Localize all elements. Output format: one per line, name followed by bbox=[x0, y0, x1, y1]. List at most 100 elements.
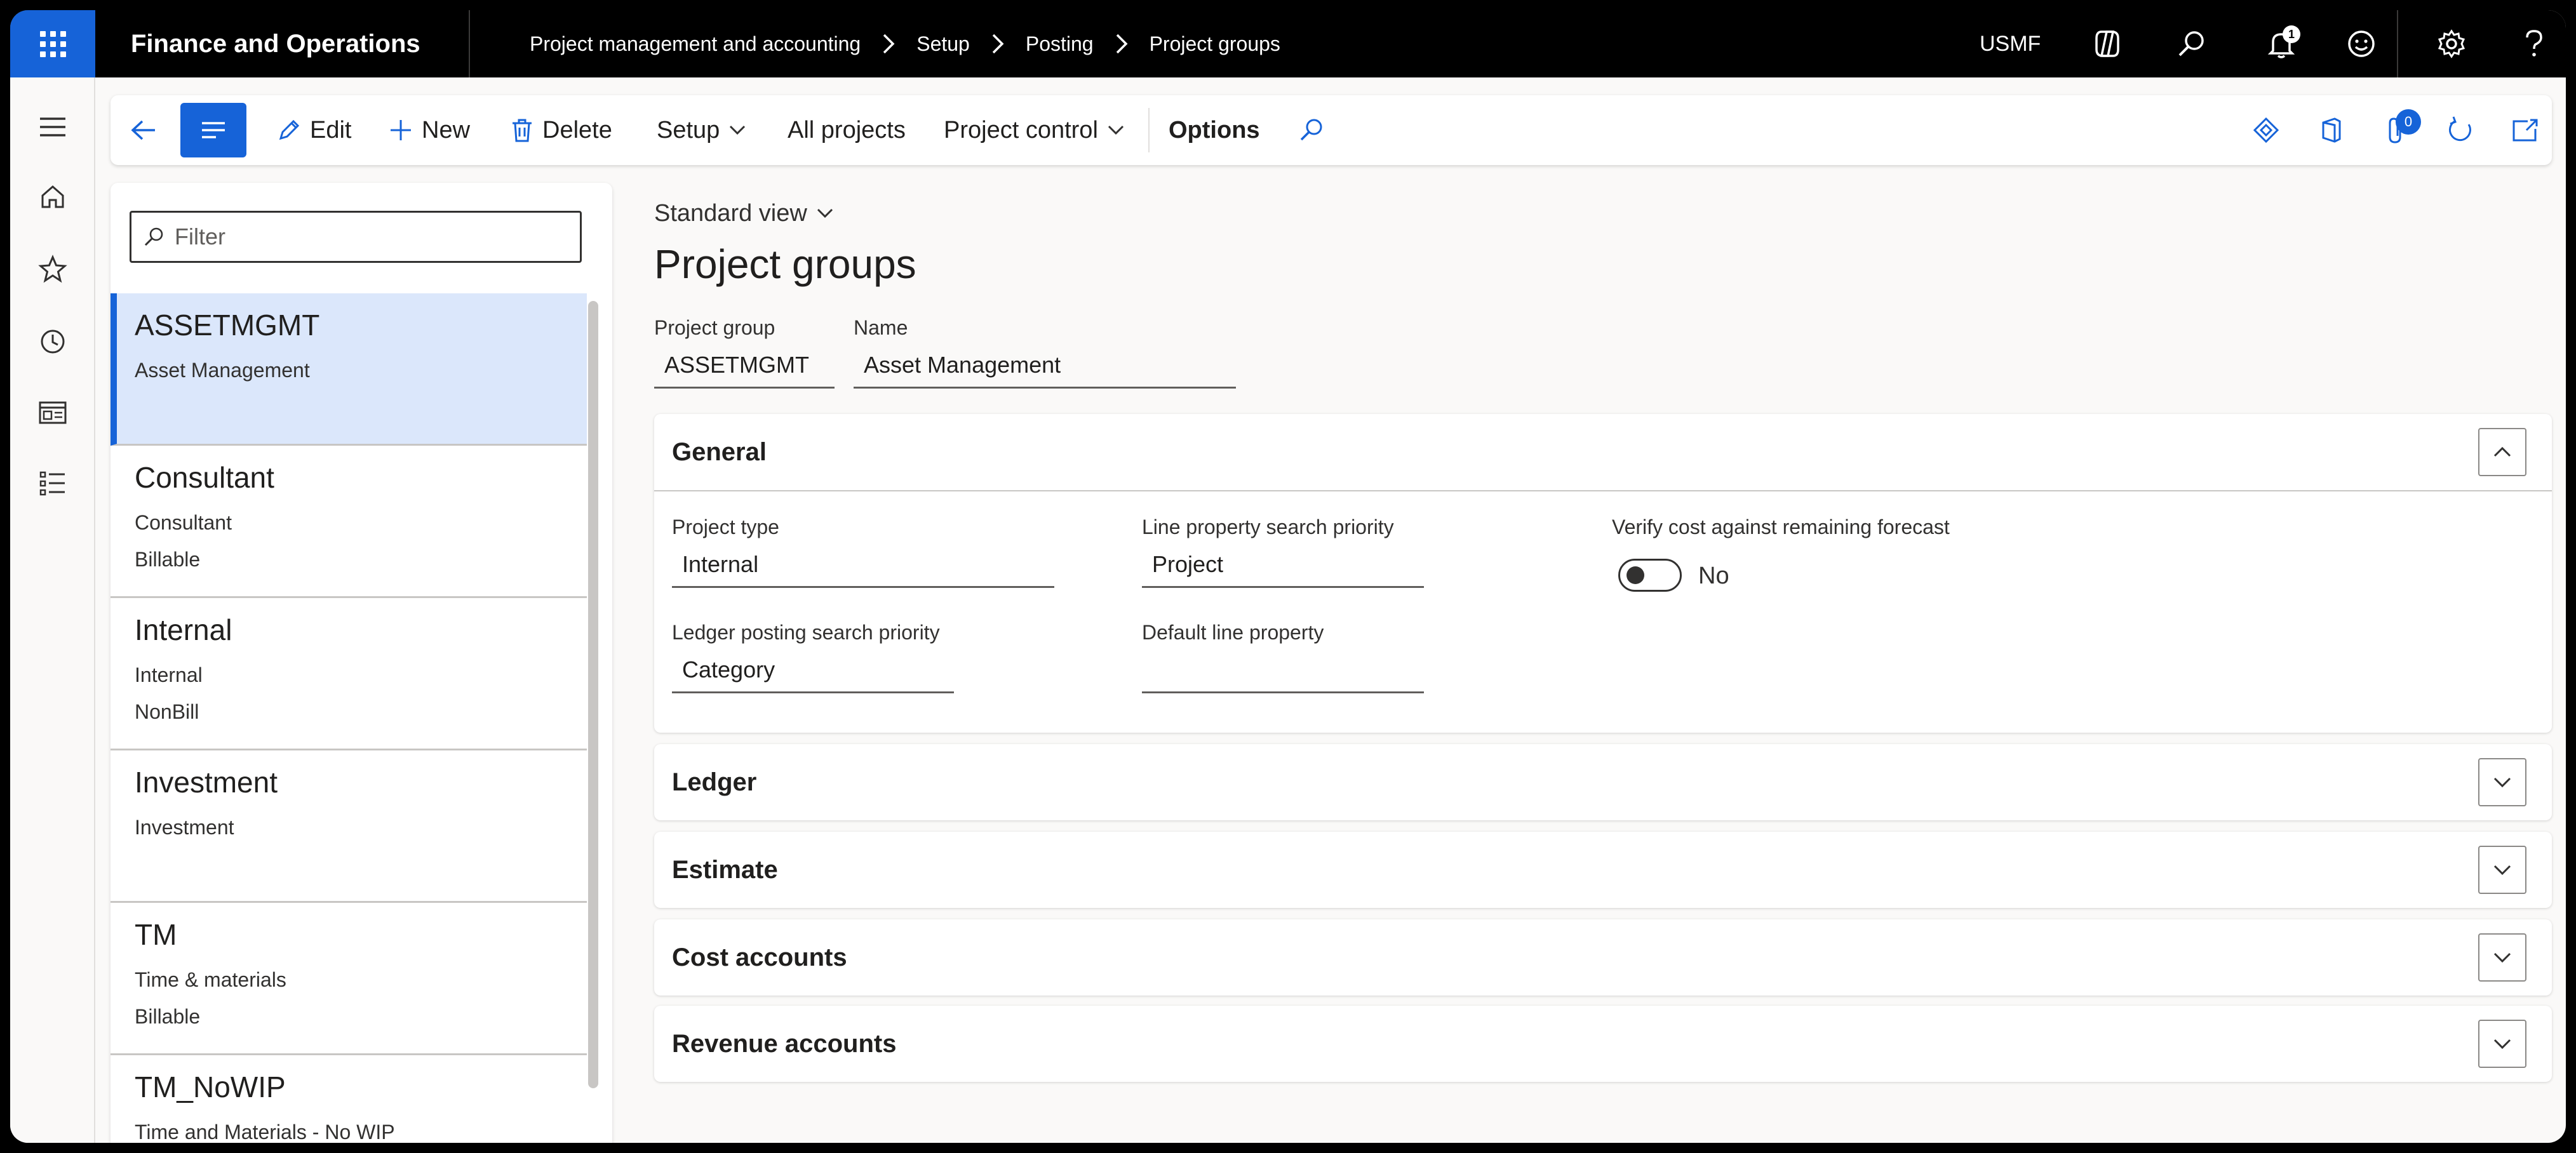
expand-button[interactable] bbox=[2478, 1020, 2526, 1068]
office-icon bbox=[2322, 117, 2341, 143]
back-button[interactable] bbox=[126, 95, 170, 165]
chevron-down-icon bbox=[1108, 125, 1124, 135]
name-label: Name bbox=[854, 316, 908, 339]
verify-cost-toggle[interactable] bbox=[1618, 559, 1682, 592]
refresh-button[interactable] bbox=[2435, 95, 2486, 165]
breadcrumb-item-current[interactable]: Project groups bbox=[1150, 32, 1280, 56]
global-search-button[interactable] bbox=[2166, 10, 2217, 77]
nav-favorites[interactable] bbox=[10, 244, 95, 295]
action-pane: Edit New Delete Setup All projects Proje… bbox=[111, 95, 2552, 165]
app-title[interactable]: Finance and Operations bbox=[131, 10, 420, 77]
view-selector[interactable]: Standard view bbox=[654, 196, 834, 231]
breadcrumb-item-posting[interactable]: Posting bbox=[1026, 32, 1094, 56]
open-in-new-window-button[interactable] bbox=[2500, 95, 2551, 165]
edit-button[interactable]: Edit bbox=[277, 95, 351, 165]
office-button[interactable] bbox=[2305, 95, 2356, 165]
fasttab-header[interactable]: Ledger bbox=[672, 744, 756, 820]
default-line-property-field[interactable] bbox=[1142, 649, 1424, 693]
fasttab-estimate: Estimate bbox=[654, 832, 2552, 908]
line-property-priority-label: Line property search priority bbox=[1142, 516, 1394, 538]
default-line-property-label: Default line property bbox=[1142, 621, 1324, 644]
setup-label: Setup bbox=[657, 116, 720, 143]
help-button[interactable] bbox=[2509, 10, 2559, 77]
delete-label: Delete bbox=[542, 116, 612, 143]
company-picker[interactable]: USMF bbox=[1980, 10, 2041, 77]
filter-box[interactable] bbox=[130, 211, 582, 263]
nav-modules[interactable] bbox=[10, 458, 95, 509]
list-item[interactable]: Consultant Consultant Billable bbox=[111, 446, 587, 598]
list-item-description: Time and Materials - No WIP bbox=[135, 1121, 395, 1143]
waffle-icon bbox=[39, 30, 66, 57]
expand-navigation-button[interactable] bbox=[10, 102, 95, 152]
smiley-icon bbox=[2348, 30, 2375, 57]
pencil-icon bbox=[279, 119, 300, 140]
nav-recent[interactable] bbox=[10, 316, 95, 367]
fasttab-ledger: Ledger bbox=[654, 744, 2552, 820]
list-icon bbox=[39, 471, 65, 496]
list-item[interactable]: Investment Investment bbox=[111, 750, 587, 903]
list-item[interactable]: Internal Internal NonBill bbox=[111, 598, 587, 750]
top-divider bbox=[2397, 10, 2398, 77]
attachments-count-badge: 0 bbox=[2396, 109, 2421, 135]
fasttab-header[interactable]: General bbox=[672, 414, 767, 490]
attachments-button[interactable]: 0 bbox=[2370, 95, 2421, 165]
collapse-button[interactable] bbox=[2478, 428, 2526, 476]
list-item-billing: Billable bbox=[135, 1005, 201, 1028]
search-icon bbox=[2178, 31, 2204, 57]
list-scrollbar[interactable] bbox=[588, 301, 598, 1088]
new-label: New bbox=[422, 116, 471, 143]
list-item[interactable]: TM_NoWIP Time and Materials - No WIP bbox=[111, 1055, 587, 1143]
notifications-button[interactable]: 1 bbox=[2256, 10, 2307, 77]
expand-button[interactable] bbox=[2478, 846, 2526, 894]
view-name: Standard view bbox=[654, 199, 807, 227]
setup-menu-button[interactable]: Setup bbox=[657, 95, 755, 165]
arrow-left-icon bbox=[131, 120, 155, 140]
power-apps-button[interactable] bbox=[2241, 95, 2291, 165]
list-item-description: Internal bbox=[135, 663, 203, 686]
app-launcher-button[interactable] bbox=[10, 10, 95, 77]
refresh-icon bbox=[2448, 116, 2471, 142]
navigation-rail bbox=[10, 77, 95, 1143]
new-button[interactable]: New bbox=[389, 95, 470, 165]
project-group-field[interactable]: ASSETMGMT bbox=[654, 344, 835, 389]
diamond-icon bbox=[2253, 117, 2279, 143]
breadcrumb-item-setup[interactable]: Setup bbox=[916, 32, 970, 56]
feedback-button[interactable] bbox=[2336, 10, 2387, 77]
list-item-description: Consultant bbox=[135, 511, 232, 534]
project-control-menu-button[interactable]: Project control bbox=[944, 95, 1134, 165]
chevron-up-icon bbox=[2493, 446, 2511, 457]
list-view-toggle-button[interactable] bbox=[180, 103, 246, 157]
delete-button[interactable]: Delete bbox=[511, 95, 612, 165]
fasttab-header[interactable]: Revenue accounts bbox=[672, 1006, 896, 1082]
action-pane-divider bbox=[1148, 108, 1150, 152]
search-icon bbox=[144, 227, 163, 246]
nav-home[interactable] bbox=[10, 171, 95, 222]
breadcrumb-item-module[interactable]: Project management and accounting bbox=[530, 32, 861, 56]
name-field[interactable]: Asset Management bbox=[854, 344, 1236, 389]
list-item[interactable]: TM Time & materials Billable bbox=[111, 903, 587, 1055]
list-item-title: Consultant bbox=[135, 461, 274, 494]
settings-button[interactable] bbox=[2426, 10, 2477, 77]
nav-workspaces[interactable] bbox=[10, 387, 95, 438]
list-item[interactable]: ASSETMGMT Asset Management bbox=[111, 293, 587, 446]
breadcrumb: Project management and accounting Setup … bbox=[530, 10, 1280, 77]
list-item-description: Asset Management bbox=[135, 359, 310, 382]
options-tab[interactable]: Options bbox=[1169, 95, 1260, 165]
fasttab-cost-accounts: Cost accounts bbox=[654, 919, 2552, 996]
copilot-button[interactable] bbox=[2082, 10, 2133, 77]
chevron-right-icon bbox=[882, 33, 895, 55]
project-type-field[interactable]: Internal bbox=[672, 543, 1054, 588]
expand-button[interactable] bbox=[2478, 933, 2526, 982]
clock-icon bbox=[41, 330, 65, 354]
ledger-priority-field[interactable]: Category bbox=[672, 649, 954, 693]
expand-button[interactable] bbox=[2478, 758, 2526, 806]
fasttab-header[interactable]: Estimate bbox=[672, 832, 778, 908]
chevron-down-icon bbox=[730, 125, 746, 135]
filter-input[interactable] bbox=[175, 223, 556, 250]
trash-icon bbox=[513, 119, 532, 142]
line-property-priority-field[interactable]: Project bbox=[1142, 543, 1424, 588]
action-search-button[interactable] bbox=[1298, 95, 1334, 165]
fasttab-header[interactable]: Cost accounts bbox=[672, 919, 847, 996]
hamburger-menu-icon bbox=[40, 117, 65, 137]
all-projects-button[interactable]: All projects bbox=[788, 95, 906, 165]
